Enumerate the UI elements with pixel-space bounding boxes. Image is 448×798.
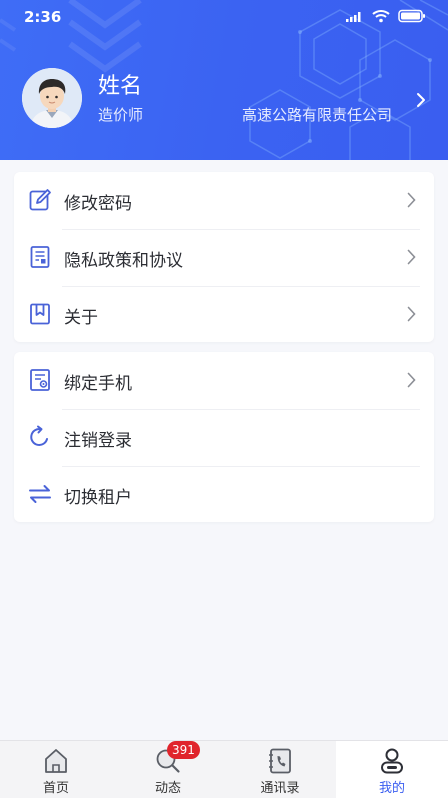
status-time: 2:36: [24, 8, 62, 26]
chevron-right-icon: [407, 192, 416, 208]
menu-card-account: 修改密码 隐私政策和协议 关于: [14, 172, 434, 342]
avatar-image: [22, 68, 82, 128]
tab-label: 首页: [42, 781, 69, 796]
menu-item-label: 修改密码: [64, 194, 132, 214]
chevron-right-icon: [407, 249, 416, 265]
tab-label: 通讯录: [260, 781, 300, 796]
chevron-right-icon: [407, 372, 416, 388]
bottom-tab-bar: 首页 动态 通讯录 我的: [0, 740, 448, 798]
tab-label: 我的: [378, 781, 405, 796]
wifi-icon: [372, 10, 390, 23]
menu-item-label: 关于: [64, 308, 98, 328]
company-name: 高速公路有限责任公司: [241, 106, 392, 124]
menu-item-about[interactable]: 关于: [14, 286, 434, 343]
chevron-right-icon: [407, 306, 416, 322]
menu-item-logout[interactable]: 注销登录: [14, 409, 434, 466]
menu-card-settings: 绑定手机 注销登录 切换租户: [14, 352, 434, 522]
notification-badge: 391: [167, 741, 200, 759]
signal-icon: [346, 12, 361, 22]
refresh-icon: [30, 425, 48, 446]
menu-item-label: 注销登录: [64, 431, 132, 451]
tab-mine[interactable]: 我的: [336, 741, 448, 798]
tab-contacts[interactable]: 通讯录: [224, 741, 336, 798]
user-icon: [381, 748, 403, 774]
menu-item-label: 绑定手机: [64, 374, 132, 394]
status-bar: 2:36: [0, 0, 448, 34]
menu-item-change-password[interactable]: 修改密码: [14, 172, 434, 229]
contacts-icon: [269, 748, 291, 774]
profile-header[interactable]: 2:36 姓名 造价师 高速公路有限责任公司: [0, 0, 448, 160]
certificate-icon: [30, 369, 50, 391]
swap-icon: [29, 485, 51, 503]
menu-item-privacy-policy[interactable]: 隐私政策和协议: [14, 229, 434, 286]
avatar[interactable]: [22, 68, 82, 128]
menu-item-bind-phone[interactable]: 绑定手机: [14, 352, 434, 409]
user-role: 造价师: [98, 106, 144, 124]
menu-item-switch-tenant[interactable]: 切换租户: [14, 466, 434, 523]
menu-item-label: 隐私政策和协议: [64, 251, 183, 271]
home-icon: [45, 749, 67, 773]
bookmark-icon: [30, 303, 50, 325]
user-name: 姓名: [98, 74, 143, 99]
tab-home[interactable]: 首页: [0, 741, 112, 798]
menu-item-label: 切换租户: [64, 488, 132, 508]
chevron-right-icon[interactable]: [416, 92, 426, 108]
document-icon: [30, 246, 50, 268]
tab-label: 动态: [154, 781, 181, 796]
edit-icon: [29, 189, 51, 211]
battery-icon: [398, 9, 425, 23]
